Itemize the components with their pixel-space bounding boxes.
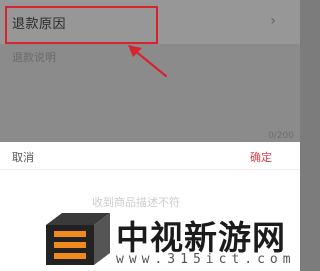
- char-counter: 0/200: [268, 131, 294, 141]
- site-watermark: 中视新游网 www.315ict.com: [36, 199, 300, 271]
- picker-header: 取消 确定: [0, 142, 300, 170]
- cancel-button[interactable]: 取消: [12, 149, 34, 165]
- refund-description-input[interactable]: 退款说明: [12, 49, 56, 65]
- site-logo-icon: [46, 213, 110, 265]
- confirm-button[interactable]: 确定: [250, 149, 272, 165]
- chevron-right-icon: ›: [270, 13, 276, 29]
- watermark-url: www.315ict.com: [116, 252, 296, 267]
- annotation-arrow-icon: [128, 45, 168, 78]
